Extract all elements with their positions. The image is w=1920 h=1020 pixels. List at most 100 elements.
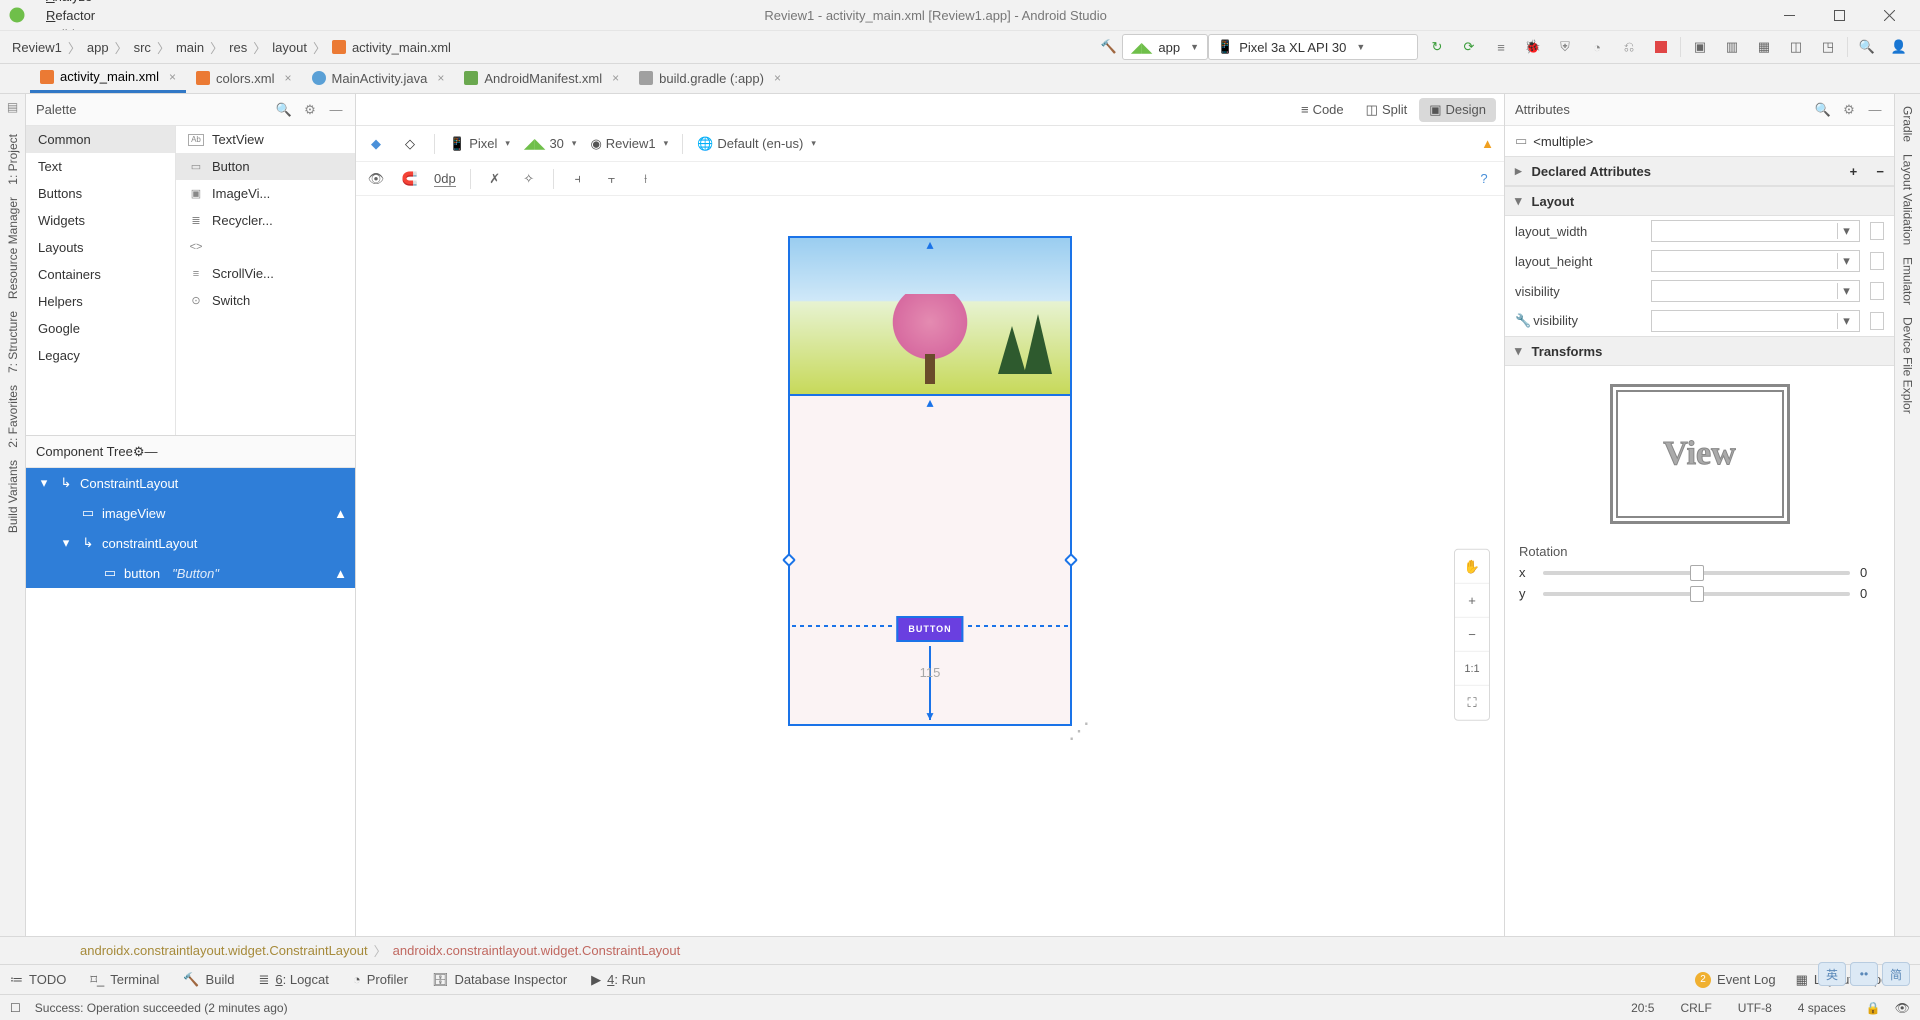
- ime-lang[interactable]: 英: [1818, 962, 1846, 986]
- orientation-icon[interactable]: ◇: [400, 136, 420, 152]
- eye-icon[interactable]: 👁: [366, 171, 386, 187]
- pack-icon[interactable]: ⫟: [602, 171, 622, 187]
- tool-window-tab[interactable]: Build Variants: [4, 454, 22, 539]
- breadcrumb-segment[interactable]: res: [225, 40, 251, 55]
- ime-face-icon[interactable]: ••: [1850, 962, 1878, 986]
- file-encoding[interactable]: UTF-8: [1732, 1001, 1778, 1015]
- user-icon[interactable]: 👤: [1886, 34, 1912, 60]
- pan-icon[interactable]: ✋: [1455, 550, 1489, 584]
- tool-window-tab[interactable]: 7: Structure: [4, 305, 22, 379]
- button-preview[interactable]: BUTTON: [896, 616, 963, 642]
- editor-tab[interactable]: build.gradle (:app)×: [629, 63, 791, 93]
- palette-item[interactable]: ≣Recycler...: [176, 207, 355, 234]
- breadcrumb-segment[interactable]: activity_main.xml: [328, 40, 455, 55]
- close-icon[interactable]: ×: [285, 71, 292, 85]
- close-icon[interactable]: ×: [612, 71, 619, 85]
- view-mode-design[interactable]: ▣Design: [1419, 98, 1496, 122]
- guideline-icon[interactable]: ⟊: [636, 171, 656, 187]
- palette-item[interactable]: ⊙Switch: [176, 287, 355, 314]
- run-icon[interactable]: ≡: [1488, 34, 1514, 60]
- event-log-tab[interactable]: 2Event Log: [1695, 972, 1776, 988]
- lock-icon[interactable]: 🔒: [1866, 1001, 1881, 1015]
- view-mode-split[interactable]: ◫Split: [1356, 98, 1418, 122]
- line-separator[interactable]: CRLF: [1674, 1001, 1717, 1015]
- palette-category[interactable]: Widgets: [26, 207, 175, 234]
- warning-icon[interactable]: ▲: [1481, 136, 1494, 151]
- resize-grip-icon[interactable]: ⋰: [1068, 718, 1090, 744]
- sync-icon[interactable]: ↻: [1424, 34, 1450, 60]
- chevron-down-icon[interactable]: ▾: [1837, 283, 1855, 299]
- bottom-tool-tab[interactable]: ◔Profiler: [353, 972, 408, 987]
- attribute-flag[interactable]: [1870, 252, 1884, 270]
- breadcrumb-segment[interactable]: main: [172, 40, 208, 55]
- tool-window-tab[interactable]: Resource Manager: [4, 191, 22, 305]
- tool-window-tab[interactable]: Device File Explor: [1899, 311, 1917, 420]
- editor-tab[interactable]: colors.xml×: [186, 63, 302, 93]
- chevron-down-icon[interactable]: ▾: [1837, 223, 1855, 239]
- crumb-child[interactable]: androidx.constraintlayout.widget.Constra…: [393, 943, 681, 958]
- project-icon[interactable]: ▤: [7, 100, 18, 114]
- zoom-out[interactable]: −: [1455, 618, 1489, 652]
- profiler-icon[interactable]: ◔: [1584, 34, 1610, 60]
- locale-selector[interactable]: 🌐Default (en-us)▾: [697, 136, 816, 152]
- layers-icon[interactable]: ◆: [366, 136, 386, 152]
- caret-position[interactable]: 20:5: [1625, 1001, 1660, 1015]
- rerun-icon[interactable]: ⟳: [1456, 34, 1482, 60]
- window-minimize[interactable]: [1766, 0, 1812, 30]
- infer-constraints-icon[interactable]: ✧: [519, 171, 539, 187]
- section-declared-attributes[interactable]: ▸Declared Attributes + −: [1505, 156, 1894, 186]
- tool-window-tab[interactable]: Emulator: [1899, 251, 1917, 311]
- palette-item[interactable]: AbTextView: [176, 126, 355, 153]
- tree-node[interactable]: ▾↳ConstraintLayout: [26, 468, 355, 498]
- tool-window-tab[interactable]: Layout Validation: [1899, 148, 1917, 251]
- constraint-layout-preview[interactable]: ▴ BUTTON ▴ 115: [788, 396, 1072, 726]
- bottom-tool-tab[interactable]: 🗄Database Inspector: [432, 972, 567, 988]
- help-icon[interactable]: ?: [1474, 171, 1494, 186]
- sdk-icon[interactable]: ▥: [1719, 34, 1745, 60]
- close-icon[interactable]: ×: [437, 71, 444, 85]
- tree-node[interactable]: ▾↳constraintLayout: [26, 528, 355, 558]
- magnet-icon[interactable]: 🧲: [400, 171, 420, 187]
- breadcrumb-segment[interactable]: app: [83, 40, 113, 55]
- editor-tab[interactable]: AndroidManifest.xml×: [454, 63, 629, 93]
- crumb-parent[interactable]: androidx.constraintlayout.widget.Constra…: [80, 943, 368, 958]
- zoom-fit[interactable]: ⛶: [1455, 686, 1489, 720]
- menu-refactor[interactable]: Refactor: [38, 6, 105, 25]
- gear-icon[interactable]: ⚙: [301, 102, 319, 118]
- palette-category[interactable]: Layouts: [26, 234, 175, 261]
- indent-setting[interactable]: 4 spaces: [1792, 1001, 1852, 1015]
- tool-window-tab[interactable]: 2: Favorites: [4, 379, 22, 454]
- search-icon[interactable]: 🔍: [275, 102, 293, 118]
- resource-icon[interactable]: ◳: [1815, 34, 1841, 60]
- search-icon[interactable]: 🔍: [1854, 34, 1880, 60]
- attribute-flag[interactable]: [1870, 282, 1884, 300]
- attribute-input[interactable]: ▾: [1651, 310, 1860, 332]
- image-view-preview[interactable]: ▴: [788, 236, 1072, 396]
- tree-node[interactable]: ▭imageView▲: [26, 498, 355, 528]
- breadcrumb-segment[interactable]: Review1: [8, 40, 66, 55]
- palette-category[interactable]: Helpers: [26, 288, 175, 315]
- api-level-selector[interactable]: ◢◣30▾: [524, 135, 577, 152]
- align-icon[interactable]: ⫞: [568, 171, 588, 187]
- attribute-flag[interactable]: [1870, 222, 1884, 240]
- palette-category[interactable]: Text: [26, 153, 175, 180]
- breadcrumb-segment[interactable]: src: [130, 40, 155, 55]
- ime-mode[interactable]: 简: [1882, 962, 1910, 986]
- chevron-down-icon[interactable]: ▾: [1837, 253, 1855, 269]
- palette-category[interactable]: Buttons: [26, 180, 175, 207]
- bottom-tool-tab[interactable]: ≣6: Logcat: [258, 972, 328, 988]
- bottom-tool-tab[interactable]: 🔨Build: [183, 972, 234, 988]
- search-icon[interactable]: 🔍: [1814, 102, 1832, 118]
- remove-attribute-icon[interactable]: −: [1876, 164, 1884, 179]
- palette-item[interactable]: ▭Button: [176, 153, 355, 180]
- palette-item[interactable]: ≡ScrollVie...: [176, 260, 355, 287]
- zoom-in[interactable]: +: [1455, 584, 1489, 618]
- stop-icon[interactable]: [1648, 34, 1674, 60]
- window-maximize[interactable]: [1816, 0, 1862, 30]
- hammer-icon[interactable]: 🔨: [1096, 34, 1122, 60]
- avd-icon[interactable]: ▣: [1687, 34, 1713, 60]
- tool-window-tab[interactable]: Gradle: [1899, 100, 1917, 148]
- minimize-icon[interactable]: —: [145, 444, 158, 459]
- canvas[interactable]: 🔧 ▴ ▴ BUTTON ▴: [356, 196, 1504, 936]
- run-configuration-selector[interactable]: ◢◣ app ▼: [1122, 34, 1208, 60]
